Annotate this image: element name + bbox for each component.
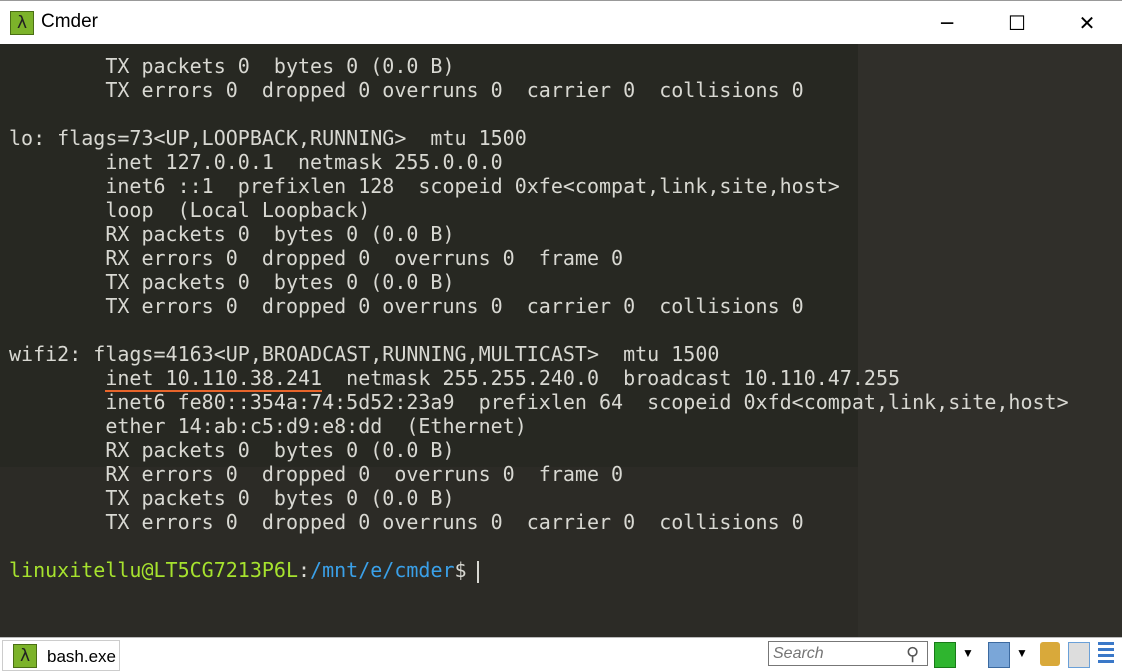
- lock-icon[interactable]: [1040, 642, 1060, 666]
- terminal-line: wifi2: flags=4163<UP,BROADCAST,RUNNING,M…: [9, 342, 720, 366]
- terminal-line: TX packets 0 bytes 0 (0.0 B): [9, 486, 455, 510]
- terminal-line: TX errors 0 dropped 0 overruns 0 carrier…: [9, 294, 804, 318]
- chevron-down-icon[interactable]: ▼: [1016, 646, 1028, 660]
- prompt-separator: :: [297, 558, 311, 582]
- terminal-line: inet 10.110.38.241 netmask 255.255.240.0…: [9, 366, 1069, 392]
- terminal-line: RX packets 0 bytes 0 (0.0 B): [9, 222, 455, 246]
- highlighted-ip: inet 10.110.38.241: [105, 366, 323, 392]
- terminal-line: inet6 ::1 prefixlen 128 scopeid 0xfe<com…: [9, 174, 840, 198]
- terminal-line: TX errors 0 dropped 0 overruns 0 carrier…: [9, 78, 804, 102]
- terminal-line: ether 14:ab:c5:d9:e8:dd (Ethernet): [9, 414, 527, 438]
- window-title: Cmder: [41, 11, 99, 32]
- tab-label: bash.exe: [47, 647, 116, 666]
- chevron-down-icon[interactable]: ▼: [962, 646, 974, 660]
- console-list-icon[interactable]: [988, 642, 1010, 668]
- text-cursor: [476, 560, 479, 583]
- search-input[interactable]: [768, 641, 928, 666]
- netmask-text: netmask 255.255.240.0 broadcast 10.110.4…: [322, 366, 901, 390]
- terminal-line: TX errors 0 dropped 0 overruns 0 carrier…: [9, 510, 804, 534]
- terminal-line: TX packets 0 bytes 0 (0.0 B): [9, 54, 455, 78]
- terminal-line: loop (Local Loopback): [9, 198, 371, 222]
- terminal-line: RX packets 0 bytes 0 (0.0 B): [9, 438, 455, 462]
- split-view-icon[interactable]: [1068, 642, 1090, 668]
- cmder-lambda-icon: λ: [10, 11, 34, 35]
- menu-icon[interactable]: [1098, 642, 1114, 666]
- terminal-line: TX packets 0 bytes 0 (0.0 B): [9, 270, 455, 294]
- terminal-line: inet6 fe80::354a:74:5d52:23a9 prefixlen …: [9, 390, 1069, 414]
- terminal-line: inet 127.0.0.1 netmask 255.0.0.0: [9, 150, 503, 174]
- prompt-line[interactable]: linuxitellu@LT5CG7213P6L:/mnt/e/cmder$: [9, 558, 1069, 583]
- title-bar: λ Cmder ─ ☐ ✕: [0, 0, 1122, 44]
- minimize-button[interactable]: ─: [912, 1, 982, 45]
- tab-bash[interactable]: λ bash.exe: [2, 640, 120, 671]
- status-bar: λ bash.exe ⚲ ▼ ▼: [0, 637, 1122, 671]
- prompt-path: /mnt/e/cmder: [310, 558, 455, 582]
- terminal-line: RX errors 0 dropped 0 overruns 0 frame 0: [9, 462, 624, 486]
- terminal-output[interactable]: TX packets 0 bytes 0 (0.0 B) TX errors 0…: [0, 44, 1122, 637]
- new-console-icon[interactable]: [934, 642, 956, 668]
- terminal-line: RX errors 0 dropped 0 overruns 0 frame 0: [9, 246, 624, 270]
- terminal-line: lo: flags=73<UP,LOOPBACK,RUNNING> mtu 15…: [9, 126, 527, 150]
- close-button[interactable]: ✕: [1052, 1, 1122, 45]
- maximize-button[interactable]: ☐: [982, 1, 1052, 45]
- lambda-icon: λ: [13, 644, 37, 668]
- prompt-symbol: $: [454, 558, 467, 582]
- search-icon[interactable]: ⚲: [906, 644, 919, 665]
- prompt-user: linuxitellu@LT5CG7213P6L: [9, 558, 298, 582]
